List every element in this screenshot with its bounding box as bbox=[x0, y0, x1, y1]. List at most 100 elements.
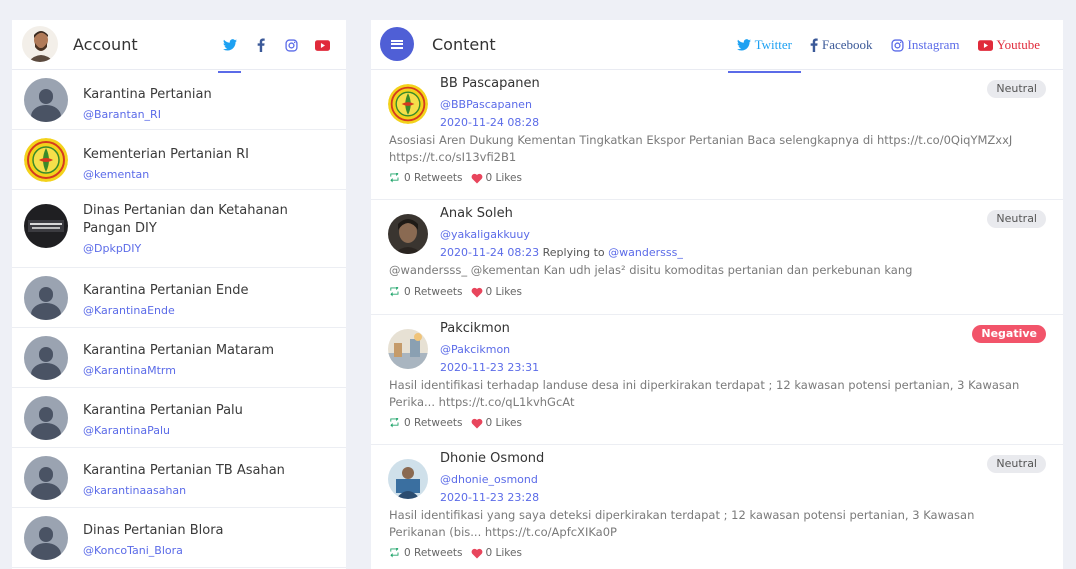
retweet-count: 0 Retweets bbox=[404, 286, 463, 298]
retweet-count: 0 Retweets bbox=[404, 417, 463, 429]
retweet-icon bbox=[389, 418, 401, 428]
post-date: 2020-11-23 23:28 bbox=[440, 491, 540, 504]
sentiment-badge: Neutral bbox=[987, 455, 1046, 473]
avatar-placeholder bbox=[24, 78, 68, 122]
account-handle: @KarantinaMtrm bbox=[83, 364, 176, 377]
account-handle: @Barantan_RI bbox=[83, 108, 161, 121]
account-header: Account bbox=[12, 20, 346, 73]
tab-instagram[interactable]: Instagram bbox=[882, 20, 969, 70]
post-handle[interactable]: @BBPascapanen bbox=[440, 98, 532, 111]
avatar-placeholder bbox=[24, 396, 68, 440]
facebook-icon bbox=[257, 38, 265, 52]
avatar-placeholder bbox=[24, 336, 68, 380]
account-item[interactable]: Karantina Pertanian @Barantan_RI bbox=[12, 70, 346, 130]
menu-icon bbox=[391, 38, 403, 50]
post-author[interactable]: Pakcikmon bbox=[440, 321, 510, 336]
account-name: Karantina Pertanian bbox=[83, 87, 212, 102]
account-handle: @KarantinaEnde bbox=[83, 304, 175, 317]
sentiment-badge: Neutral bbox=[987, 80, 1046, 98]
account-item[interactable]: Karantina Pertanian Palu @KarantinaPalu bbox=[12, 388, 346, 448]
account-name: Karantina Pertanian Palu bbox=[83, 403, 243, 418]
account-item[interactable]: Kementerian Pertanian RI @kementan bbox=[12, 130, 346, 190]
post-handle[interactable]: @Pakcikmon bbox=[440, 343, 510, 356]
like-count: 0 Likes bbox=[485, 417, 522, 429]
avatar-photo bbox=[24, 204, 68, 248]
account-social-tabs bbox=[214, 20, 338, 73]
account-handle: @DpkpDIY bbox=[83, 242, 142, 255]
post-stats: 0 Retweets 0 Likes bbox=[389, 286, 522, 298]
account-title: Account bbox=[73, 35, 138, 54]
avatar-placeholder bbox=[24, 456, 68, 500]
heart-icon bbox=[471, 287, 483, 298]
post-date: 2020-11-24 08:28 bbox=[440, 116, 540, 129]
post-date: 2020-11-23 23:31 bbox=[440, 361, 540, 374]
kementan-logo bbox=[24, 138, 68, 182]
menu-button[interactable] bbox=[380, 27, 414, 61]
mini-tab-facebook[interactable] bbox=[245, 20, 276, 70]
post-item: Anak Soleh @yakaligakkuuy 2020-11-24 08:… bbox=[371, 200, 1063, 315]
post-item: Dhonie Osmond @dhonie_osmond 2020-11-23 … bbox=[371, 445, 1063, 569]
post-date: 2020-11-24 08:23 Replying to @wandersss_ bbox=[440, 246, 683, 259]
post-list: BB Pascapanen @BBPascapanen 2020-11-24 0… bbox=[371, 70, 1063, 569]
instagram-icon bbox=[890, 38, 904, 52]
youtube-icon bbox=[977, 39, 993, 51]
mini-tab-twitter[interactable] bbox=[214, 20, 245, 73]
avatar-photo bbox=[388, 329, 428, 369]
user-avatar[interactable] bbox=[22, 26, 58, 62]
avatar-placeholder bbox=[24, 516, 68, 560]
retweet-icon bbox=[389, 287, 401, 297]
sentiment-badge: Neutral bbox=[987, 210, 1046, 228]
tab-label: Facebook bbox=[822, 37, 873, 52]
tab-youtube[interactable]: Youtube bbox=[969, 20, 1049, 70]
post-author[interactable]: Anak Soleh bbox=[440, 206, 513, 221]
youtube-icon bbox=[315, 39, 330, 51]
account-panel: Account Karantina Pertanian @Barantan_RI bbox=[12, 20, 346, 569]
account-item[interactable]: Dinas Pertanian dan Ketahanan Pangan DIY… bbox=[12, 190, 346, 268]
post-text: Hasil identifikasi terhadap landuse desa… bbox=[389, 378, 1020, 409]
facebook-icon bbox=[810, 38, 818, 52]
post-handle[interactable]: @dhonie_osmond bbox=[440, 473, 538, 486]
post-author[interactable]: BB Pascapanen bbox=[440, 76, 540, 91]
tab-label: Twitter bbox=[754, 37, 792, 52]
avatar-photo bbox=[388, 214, 428, 254]
account-item[interactable]: Karantina Pertanian Ende @KarantinaEnde bbox=[12, 268, 346, 328]
like-count: 0 Likes bbox=[485, 547, 522, 559]
reply-to-link[interactable]: @wandersss_ bbox=[608, 246, 683, 259]
heart-icon bbox=[471, 418, 483, 429]
post-text: @wandersss_ @kementan Kan udh jelas² dis… bbox=[389, 263, 913, 277]
account-name: Karantina Pertanian Mataram bbox=[83, 343, 275, 358]
account-name: Karantina Pertanian Ende bbox=[83, 283, 249, 298]
retweet-count: 0 Retweets bbox=[404, 172, 463, 184]
kementan-logo bbox=[388, 84, 428, 124]
account-handle: @karantinaasahan bbox=[83, 484, 187, 497]
post-stats: 0 Retweets 0 Likes bbox=[389, 547, 522, 559]
retweet-icon bbox=[389, 173, 401, 183]
account-item[interactable]: Karantina Pertanian Mataram @KarantinaMt… bbox=[12, 328, 346, 388]
sentiment-badge: Negative bbox=[972, 325, 1046, 343]
mini-tab-instagram[interactable] bbox=[276, 20, 307, 70]
post-author[interactable]: Dhonie Osmond bbox=[440, 451, 544, 466]
account-item[interactable]: Dinas Pertanian Blora @KoncoTani_Blora bbox=[12, 508, 346, 568]
tab-facebook[interactable]: Facebook bbox=[801, 20, 882, 70]
account-name: Karantina Pertanian TB Asahan bbox=[83, 463, 285, 478]
content-social-tabs: Twitter Facebook Instagram Youtube bbox=[727, 20, 1049, 73]
post-stats: 0 Retweets 0 Likes bbox=[389, 417, 522, 429]
account-handle: @KoncoTani_Blora bbox=[83, 544, 183, 557]
tab-label: Instagram bbox=[907, 37, 960, 52]
post-stats: 0 Retweets 0 Likes bbox=[389, 172, 522, 184]
account-item[interactable]: Karantina Pertanian TB Asahan @karantina… bbox=[12, 448, 346, 508]
heart-icon bbox=[471, 173, 483, 184]
like-count: 0 Likes bbox=[485, 286, 522, 298]
post-item: Pakcikmon @Pakcikmon 2020-11-23 23:31 Ha… bbox=[371, 315, 1063, 445]
mini-tab-youtube[interactable] bbox=[307, 20, 338, 70]
content-panel: Content Twitter Facebook Instagram Youtu… bbox=[371, 20, 1063, 569]
account-list: Karantina Pertanian @Barantan_RI Kemente… bbox=[12, 70, 346, 568]
avatar-placeholder bbox=[24, 276, 68, 320]
post-item: BB Pascapanen @BBPascapanen 2020-11-24 0… bbox=[371, 70, 1063, 200]
retweet-count: 0 Retweets bbox=[404, 547, 463, 559]
post-handle[interactable]: @yakaligakkuuy bbox=[440, 228, 530, 241]
post-text: Hasil identifikasi yang saya deteksi dip… bbox=[389, 508, 975, 539]
account-name: Dinas Pertanian dan Ketahanan Pangan DIY bbox=[83, 203, 288, 236]
tab-twitter[interactable]: Twitter bbox=[727, 20, 802, 73]
content-header: Content Twitter Facebook Instagram Youtu… bbox=[371, 20, 1063, 73]
